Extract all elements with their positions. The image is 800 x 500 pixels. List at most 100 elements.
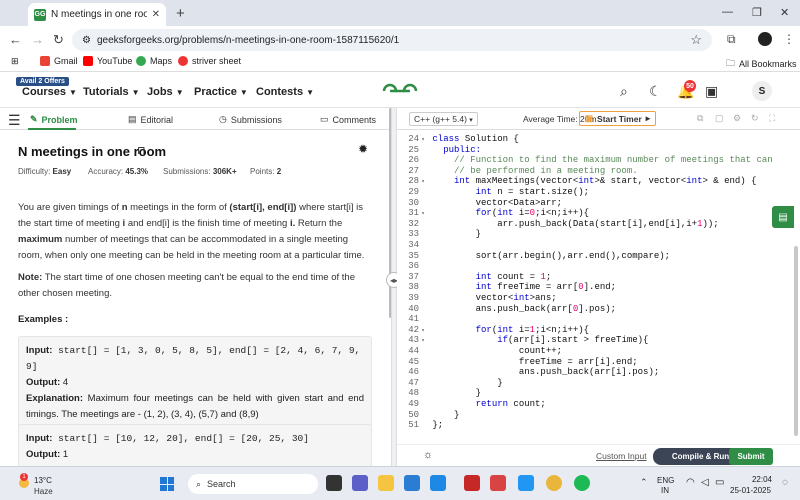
code-line[interactable]: 47 }	[397, 378, 800, 389]
bookmark-icon[interactable]: ⊓	[137, 144, 146, 157]
search-icon[interactable]: ⌕	[620, 83, 628, 100]
code-line[interactable]: 31 ▾ for(int i=0;i<n;i++){	[397, 208, 800, 219]
code-editor[interactable]: 24 ▾ class Solution {25 public: 26 // Func…	[397, 130, 800, 444]
site-info-icon[interactable]: ⚙	[82, 35, 91, 46]
back-icon[interactable]: ←	[9, 32, 22, 47]
code-line[interactable]: 39 vector<int>ans;	[397, 293, 800, 304]
code-line[interactable]: 44 count++;	[397, 346, 800, 357]
store-icon[interactable]	[404, 475, 420, 491]
new-tab-icon[interactable]: +	[176, 5, 185, 22]
bookmark-striver-sheet[interactable]: striver sheet	[178, 56, 241, 66]
windows-start-icon[interactable]	[160, 477, 174, 491]
nav-tutorials[interactable]: Tutorials ▼	[83, 86, 140, 98]
code-line[interactable]: 36	[397, 261, 800, 272]
code-line[interactable]: 38 int freeTime = arr[0].end;	[397, 282, 800, 293]
wifi-icon[interactable]: ◠	[686, 477, 695, 488]
nav-practice[interactable]: Practice ▼	[194, 86, 248, 98]
reload-icon[interactable]: ↻	[53, 32, 64, 48]
code-line[interactable]: 27 // be performed in a meeting room.	[397, 166, 800, 177]
fullscreen-icon[interactable]: ⛶	[769, 113, 775, 124]
profile-avatar[interactable]	[758, 32, 772, 46]
code-line[interactable]: 45 freeTime = arr[i].end;	[397, 357, 800, 368]
code-line[interactable]: 41	[397, 314, 800, 325]
maximize-icon[interactable]: ❐	[752, 6, 762, 19]
bug-report-icon[interactable]: ✹	[358, 142, 368, 156]
code-line[interactable]: 51 };	[397, 420, 800, 431]
copy-icon[interactable]: ⧉	[697, 113, 703, 124]
menu-icon[interactable]: ⋮	[783, 32, 795, 46]
nav-jobs[interactable]: Jobs ▼	[147, 86, 184, 98]
input-language[interactable]: ENG	[657, 476, 674, 485]
start-timer-button[interactable]: ▣ Start Timer ▸	[579, 111, 657, 126]
code-line[interactable]: 30 vector<Data>arr;	[397, 198, 800, 209]
browser-tab[interactable]: GG N meetings in one room | Practice ✕	[28, 3, 166, 26]
user-avatar[interactable]: S	[752, 81, 772, 101]
code-line[interactable]: 24 ▾ class Solution {	[397, 134, 800, 145]
forward-icon[interactable]: →	[31, 32, 44, 47]
code-line[interactable]: 25 public:	[397, 145, 800, 156]
tab-problem[interactable]: ✎ Problem	[30, 114, 78, 125]
spotify-icon[interactable]	[574, 475, 590, 491]
clock-date[interactable]: 25-01-2025	[730, 486, 771, 495]
custom-input-link[interactable]: Custom Input	[596, 451, 647, 461]
gfg-app-icon[interactable]: ▣	[705, 83, 718, 100]
close-window-icon[interactable]: ✕	[780, 6, 789, 19]
taskbar-search[interactable]: ⌕ Search	[188, 474, 318, 494]
code-line[interactable]: 35 sort(arr.begin(),arr.end(),compare);	[397, 251, 800, 262]
apps-icon[interactable]: ⊞	[11, 56, 19, 67]
chat-icon[interactable]: ▤	[772, 206, 794, 228]
input-region[interactable]: IN	[661, 486, 669, 495]
tab-submissions[interactable]: ◷ Submissions	[219, 114, 282, 125]
submit-button[interactable]: Submit	[729, 448, 773, 465]
hamburger-icon[interactable]: ☰	[8, 112, 21, 129]
minimize-icon[interactable]: —	[722, 6, 733, 18]
bookmark-maps[interactable]: Maps	[136, 56, 172, 66]
app-icon[interactable]	[430, 475, 446, 491]
nav-contests[interactable]: Contests ▼	[256, 86, 314, 98]
bookmark-star-icon[interactable]: ☆	[690, 32, 702, 48]
battery-icon[interactable]: ▭	[715, 477, 724, 488]
theme-toggle-icon[interactable]: ☾	[649, 83, 662, 100]
close-tab-icon[interactable]: ✕	[152, 9, 160, 20]
language-select[interactable]: C++ (g++ 5.4) ▾	[409, 112, 478, 126]
teams-icon[interactable]	[352, 475, 368, 491]
tab-editorial[interactable]: ▤ Editorial	[128, 114, 173, 125]
code-line[interactable]: 37 int count = 1;	[397, 272, 800, 283]
volume-icon[interactable]: ◁	[701, 477, 709, 488]
extensions-icon[interactable]: ⧉	[727, 32, 736, 47]
bookmark-gmail[interactable]: Gmail	[40, 56, 78, 66]
task-view-icon[interactable]	[326, 475, 342, 491]
bookmark-youtube[interactable]: YouTube	[83, 56, 132, 66]
all-bookmarks[interactable]: 🗀 All Bookmarks	[726, 56, 797, 72]
code-line[interactable]: 43 ▾ if(arr[i].start > freeTime){	[397, 335, 800, 346]
app-icon[interactable]	[518, 475, 534, 491]
settings-icon[interactable]: ⚙	[733, 113, 741, 124]
app-icon[interactable]	[490, 475, 506, 491]
tab-comments[interactable]: ▭ Comments	[320, 114, 376, 125]
url-bar[interactable]: ⚙ geeksforgeeks.org/problems/n-meetings-…	[72, 29, 712, 51]
code-line[interactable]: 48 }	[397, 388, 800, 399]
mcafee-icon[interactable]	[464, 475, 480, 491]
gfg-logo[interactable]	[380, 82, 420, 100]
code-line[interactable]: 32 arr.push_back(Data(start[i],end[i],i+…	[397, 219, 800, 230]
code-line[interactable]: 28 ▾ int maxMeetings(vector<int>& start, …	[397, 176, 800, 187]
code-line[interactable]: 40 ans.push_back(arr[0].pos);	[397, 304, 800, 315]
reset-icon[interactable]: ↻	[751, 113, 759, 124]
code-line[interactable]: 29 int n = start.size();	[397, 187, 800, 198]
code-line[interactable]: 50 }	[397, 410, 800, 421]
chevron-up-icon[interactable]: ⌃	[640, 477, 648, 488]
lightbulb-icon[interactable]: ☼	[423, 449, 433, 461]
paste-icon[interactable]: ▢	[715, 113, 724, 124]
code-line[interactable]: 34	[397, 240, 800, 251]
editor-scrollbar[interactable]	[794, 246, 798, 436]
code-line[interactable]: 42 ▾ for(int i=1;i<n;i++){	[397, 325, 800, 336]
clock-time[interactable]: 22:04	[736, 475, 772, 484]
code-line[interactable]: 46 ans.push_back(arr[i].pos);	[397, 367, 800, 378]
code-line[interactable]: 33 }	[397, 229, 800, 240]
code-line[interactable]: 26 // Function to find the maximum numbe…	[397, 155, 800, 166]
notifications-icon[interactable]: ◌	[782, 477, 788, 488]
chrome-icon[interactable]	[546, 475, 562, 491]
code-line[interactable]: 49 return count;	[397, 399, 800, 410]
file-explorer-icon[interactable]	[378, 475, 394, 491]
offers-badge[interactable]: Avail 2 Offers	[16, 77, 69, 86]
